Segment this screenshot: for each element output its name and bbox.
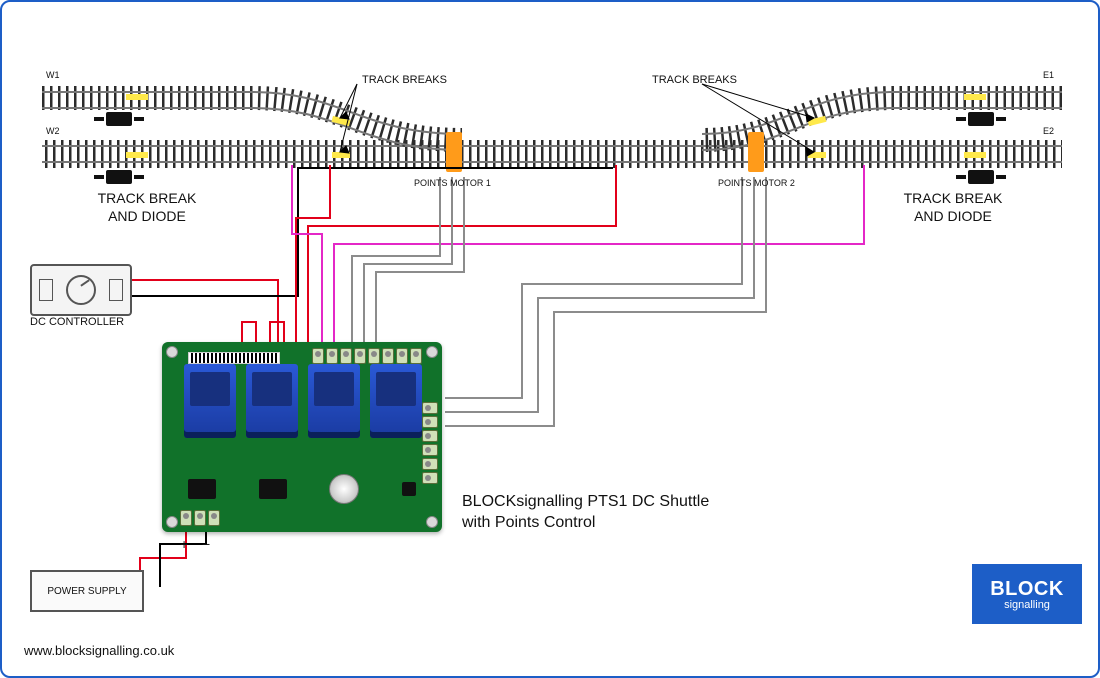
wire-dc-black <box>130 168 612 296</box>
label-w2: W2 <box>46 126 60 136</box>
diagram-svg <box>2 2 1100 678</box>
label-e1: E1 <box>1043 70 1054 80</box>
label-track-breaks-left: TRACK BREAKS <box>362 74 447 86</box>
wire-track-red-right <box>308 166 616 362</box>
ic-chip-icon <box>259 479 287 499</box>
wire-pm1-g2 <box>364 178 452 362</box>
label-points-motor-2: POINTS MOTOR 2 <box>718 178 795 188</box>
label-e2: E2 <box>1043 126 1054 136</box>
product-title: BLOCKsignalling PTS1 DC Shuttle with Poi… <box>462 492 709 534</box>
terminal-block-right <box>422 402 438 484</box>
relay-3 <box>308 364 360 438</box>
track-through <box>42 140 1062 168</box>
label-track-break-diode-left: TRACK BREAKAND DIODE <box>62 190 232 225</box>
website-url: www.blocksignalling.co.uk <box>24 643 174 658</box>
dc-dial-icon <box>66 275 96 305</box>
diode-w2 <box>98 170 140 188</box>
relay-4 <box>370 364 422 438</box>
relay-2 <box>246 364 298 438</box>
diode-e2 <box>960 170 1002 188</box>
dc-controller <box>30 264 132 316</box>
wire-pm2-g1 <box>446 178 742 398</box>
diode-w1 <box>98 112 140 130</box>
product-title-line1: BLOCKsignalling PTS1 DC Shuttle <box>462 493 709 510</box>
label-points-motor-1: POINTS MOTOR 1 <box>414 178 491 188</box>
diagram-frame: W1 W2 E1 E2 TRACK BREAKS TRACK BREAKS PO… <box>0 0 1100 678</box>
power-supply-label: POWER SUPPLY <box>47 586 126 597</box>
wire-psu-black <box>160 526 206 586</box>
brand-logo: BLOCK signalling <box>972 564 1082 624</box>
wire-pm1-g3 <box>376 178 464 362</box>
pts1-board <box>162 342 442 532</box>
product-title-line2: with Points Control <box>462 514 595 531</box>
wire-track-red-left <box>296 166 330 362</box>
relay-row <box>184 364 422 438</box>
label-w1: W1 <box>46 70 60 80</box>
label-minus: − <box>202 536 210 552</box>
logo-line1: BLOCK <box>990 578 1064 601</box>
dc-terminal-right <box>109 279 123 301</box>
dc-terminal-left <box>39 279 53 301</box>
wire-psu-red <box>140 526 186 586</box>
barcode-icon <box>188 352 280 364</box>
wire-pm1-g1 <box>352 178 440 362</box>
logo-line2: signalling <box>1004 599 1050 611</box>
label-track-break-diode-right: TRACK BREAKAND DIODE <box>868 190 1038 225</box>
trimmer-knob-icon <box>329 474 359 504</box>
terminal-block-power <box>180 510 220 526</box>
label-track-breaks-right: TRACK BREAKS <box>652 74 737 86</box>
ic-chip-icon <box>188 479 216 499</box>
label-dc-controller: DC CONTROLLER <box>30 316 124 328</box>
relay-1 <box>184 364 236 438</box>
wire-pm2-g3 <box>446 178 766 426</box>
button-icon <box>402 482 416 496</box>
terminal-block-top <box>312 348 422 364</box>
wire-pm2-g2 <box>446 178 754 412</box>
label-plus: + <box>180 536 188 552</box>
power-supply: POWER SUPPLY <box>30 570 144 612</box>
diode-e1 <box>960 112 1002 130</box>
